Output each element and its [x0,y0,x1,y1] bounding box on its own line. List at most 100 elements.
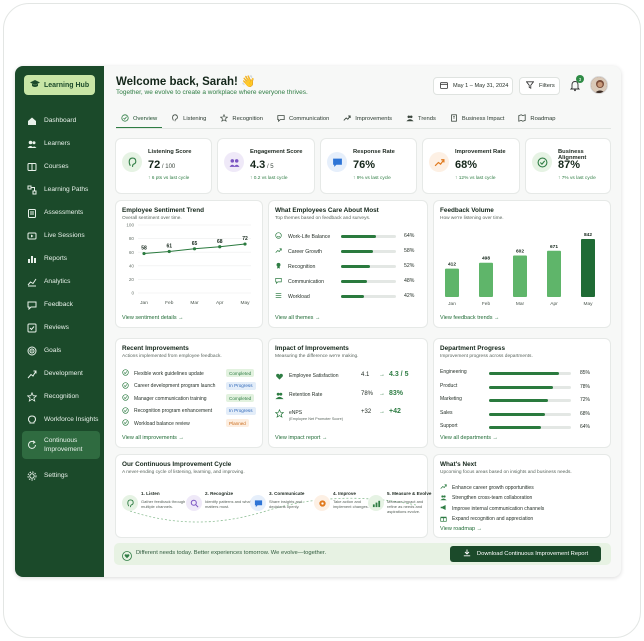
department-row[interactable]: Sales 68% [440,410,595,419]
sidebar-item-feedback[interactable]: Feedback [22,293,100,316]
filters-button[interactable]: Filters [519,77,560,95]
kpi-card-business-alignment[interactable]: Business Alignment 87% ↑ 7% vs last cycle [525,138,611,194]
sidebar-item-label: Live Sessions [44,232,85,239]
sidebar-item-analytics[interactable]: Analytics [22,270,100,293]
tab-business-impact[interactable]: Business Impact [445,110,510,128]
view-roadmap-link[interactable]: View roadmap → [440,526,482,532]
next-item[interactable]: Strengthen cross-team collaboration [440,494,532,503]
view-sentiment-link[interactable]: View sentiment details → [122,315,184,321]
tab-listening[interactable]: Listening [166,110,211,128]
volume-bar[interactable] [513,255,527,297]
department-row[interactable]: Engineering 85% [440,369,595,378]
tab-label: Trends [418,116,436,122]
path-icon [27,185,37,195]
department-progress-bar [489,372,571,375]
data-point[interactable] [243,242,247,246]
tab-communication[interactable]: Communication [272,110,334,128]
kpi-card-improvement-rate[interactable]: Improvement Rate 68% ↑ 12% vs last cycle [422,138,520,194]
tab-label: Communication [289,116,330,122]
kpi-card-response-rate[interactable]: Response Rate 76% ↑ 9% vs last cycle [320,138,417,194]
improvement-label: Recognition program enhancement [134,408,213,414]
department-progress-card: Department Progress Improvement progress… [433,338,611,448]
star-icon [220,113,229,124]
theme-progress-bar [341,250,396,253]
view-impact-link[interactable]: View impact report → [275,435,327,441]
theme-label: Communication [288,278,325,285]
theme-row[interactable]: Communication 48% [275,277,415,286]
volume-bar[interactable] [445,268,459,297]
view-improvements-link[interactable]: View all improvements → [122,435,184,441]
data-point[interactable] [192,247,197,251]
tab-improvements[interactable]: Improvements [338,110,397,128]
sidebar-item-recognition[interactable]: Recognition [22,385,100,408]
data-point[interactable] [142,251,146,256]
volume-bar[interactable] [581,239,595,297]
next-item[interactable]: Improve internal communication channels [440,504,544,513]
sidebar-item-workforce-insights[interactable]: Workforce Insights [22,408,100,431]
sidebar-item-courses[interactable]: Courses [22,155,100,178]
sidebar-item-reviews[interactable]: Reviews [22,316,100,339]
sidebar-item-goals[interactable]: Goals [22,339,100,362]
y-tick-label: 60 [129,250,135,255]
view-feedback-link[interactable]: View feedback trends → [440,315,500,321]
sidebar-item-live-sessions[interactable]: Live Sessions [22,224,100,247]
tab-trends[interactable]: Trends [401,110,441,128]
volume-bar[interactable] [547,250,561,297]
tab-label: Recognition [232,116,264,122]
theme-row[interactable]: Workload 42% [275,292,415,301]
card-title: What Employees Care About Most [275,207,379,214]
department-row[interactable]: Support 64% [440,423,595,432]
kpi-card-listening-score[interactable]: Listening Score 72 / 100 ↑ 6 pts vs last c… [115,138,212,194]
theme-progress-bar [341,235,396,238]
improvement-row[interactable]: Recognition program enhancement In Progre… [122,406,267,416]
page-title: Welcome back, Sarah! 👋 [116,76,256,88]
user-avatar[interactable] [590,76,608,94]
sidebar-item-learning-paths[interactable]: Learning Paths [22,178,100,201]
improvement-row[interactable]: Workload balance review Planned [122,419,267,428]
next-item[interactable]: Enhance career growth opportunities [440,483,534,492]
sidebar-item-continuous-improvement[interactable]: Continuous Improvement [22,431,100,459]
cycle-step-title: 2. Recognize [205,491,234,496]
improvement-row[interactable]: Career development program launch In Prog… [122,381,267,391]
data-point[interactable] [167,249,171,254]
sidebar-item-development[interactable]: Development [22,362,100,385]
tab-recognition[interactable]: Recognition [215,110,268,128]
improvement-row[interactable]: Manager communication training Completed [122,394,267,403]
volume-bar[interactable] [479,262,493,297]
card-subtitle: A never-ending cycle of listening, learn… [122,470,245,475]
department-row[interactable]: Marketing 72% [440,396,595,405]
y-tick-label: 80 [129,236,135,241]
sidebar: Learning Hub Dashboard Learners Courses Lea… [15,66,104,577]
theme-row[interactable]: Career Growth 58% [275,247,415,256]
improvement-label: Flexible work guidelines update [134,370,204,377]
cycle-step-desc: Gather feedback through multiple channel… [141,499,186,510]
learning-hub-logo[interactable]: Learning Hub [24,75,95,95]
sidebar-item-settings[interactable]: Settings [22,464,100,487]
tab-roadmap[interactable]: Roadmap [513,110,560,128]
department-label: Product [440,382,458,389]
improvement-row[interactable]: Flexible work guidelines update Completed [122,369,267,378]
data-point[interactable] [218,245,222,249]
view-themes-link[interactable]: View all themes → [275,315,320,321]
kpi-card-engagement-score[interactable]: Engagement Score 4.3 / 5 ↑ 0.2 vs last cyc… [217,138,315,194]
sidebar-item-assessments[interactable]: Assessments [22,201,100,224]
kpi-title: Listening Score [148,149,192,155]
notifications-button[interactable]: 3 [569,75,584,92]
sidebar-item-dashboard[interactable]: Dashboard [22,109,100,132]
graduation-cap-icon [30,80,40,90]
sidebar-item-learners[interactable]: Learners [22,132,100,155]
building-icon [450,114,458,124]
tab-overview[interactable]: Overview [116,110,163,128]
view-departments-link[interactable]: View all departments → [440,435,498,441]
sidebar-item-reports[interactable]: Reports [22,247,100,270]
gift-icon [440,515,447,524]
theme-row[interactable]: Recognition 52% [275,262,415,271]
x-tick-label: Jan [140,300,148,305]
impact-label: Retention Rate [289,392,323,398]
download-report-button[interactable]: Download Continuous Improvement Report [450,546,601,562]
department-progress-fill [489,399,549,402]
theme-row[interactable]: Work-Life Balance 64% [275,232,415,241]
next-item[interactable]: Expand recognition and appreciation [440,515,533,524]
department-row[interactable]: Product 78% [440,383,595,392]
date-range-picker[interactable]: May 1 – May 31, 2024 [433,77,513,95]
